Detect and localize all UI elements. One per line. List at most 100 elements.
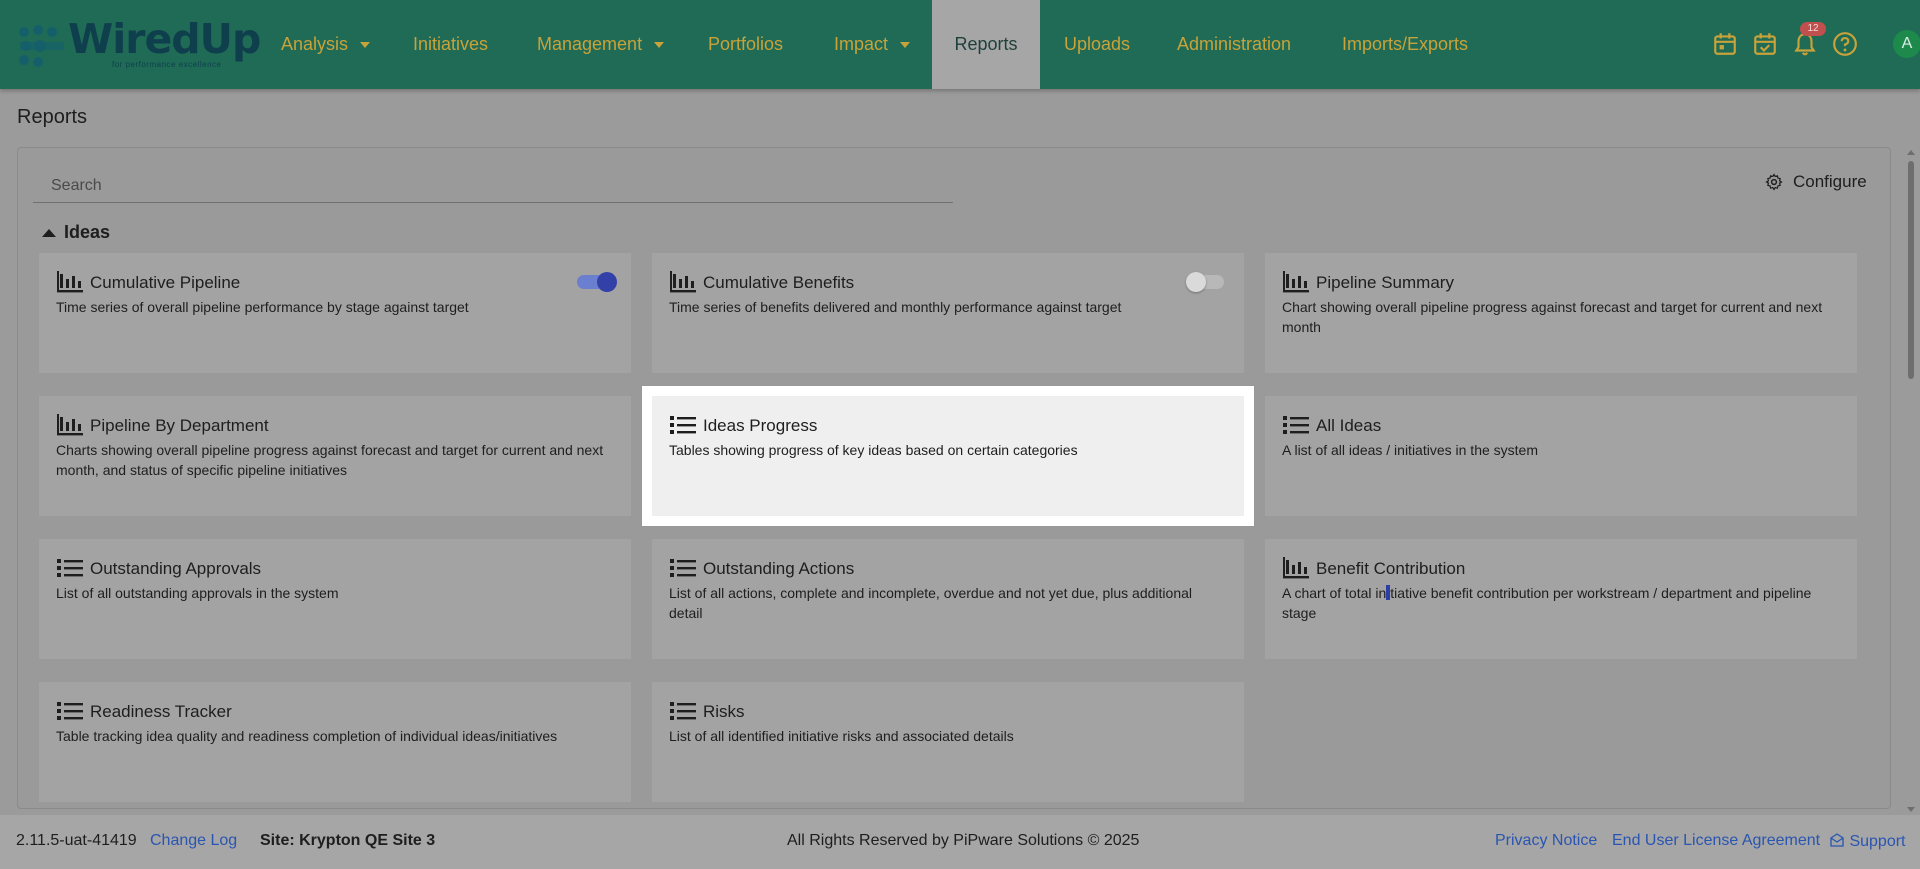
- card-description: A chart of total in tiative benefit contr…: [1282, 583, 1842, 623]
- card-description: Charts showing overall pipeline progress…: [56, 442, 604, 478]
- nav-label: Initiatives: [413, 34, 489, 54]
- list-icon: [57, 702, 83, 720]
- calendar-check-icon[interactable]: [1752, 31, 1778, 57]
- bar-chart-icon: [1283, 557, 1309, 579]
- chevron-down-icon: [360, 42, 371, 49]
- nav-label: Imports/Exports: [1342, 34, 1469, 54]
- wiredup-logo[interactable]: WiredUp for performance excellence: [12, 14, 261, 74]
- bar-chart-icon: [670, 271, 696, 293]
- nav-label: Administration: [1177, 34, 1292, 54]
- top-navbar: WiredUp for performance excellence Analy…: [0, 0, 1920, 89]
- nav-label: Impact: [834, 34, 889, 54]
- chevron-down-icon: [900, 42, 911, 49]
- section-title: Ideas: [64, 222, 111, 242]
- list-icon: [670, 559, 696, 577]
- nav-management[interactable]: Management: [537, 0, 665, 89]
- report-card-outstanding-approvals[interactable]: Outstanding Approvals List of all outsta…: [39, 539, 631, 659]
- report-card-cumulative-pipeline[interactable]: Cumulative Pipeline Time series of overa…: [39, 253, 631, 373]
- nav-administration[interactable]: Administration: [1177, 0, 1291, 89]
- report-card-ideas-progress[interactable]: Ideas Progress Tables showing progress o…: [652, 396, 1244, 516]
- favorite-toggle[interactable]: [577, 272, 617, 292]
- nav-label: Portfolios: [708, 34, 784, 54]
- scrollbar-thumb[interactable]: [1908, 161, 1914, 379]
- card-title: Risks: [703, 702, 745, 721]
- card-title: Readiness Tracker: [90, 702, 232, 721]
- nav-label: Analysis: [281, 34, 349, 54]
- toggle-knob: [1186, 272, 1206, 292]
- search-field[interactable]: [33, 166, 953, 203]
- collapse-triangle-icon: [42, 229, 56, 237]
- list-icon: [1283, 416, 1309, 434]
- report-card-pipeline-summary[interactable]: Pipeline Summary Chart showing overall p…: [1265, 253, 1857, 373]
- list-icon: [670, 416, 696, 434]
- chevron-down-icon: [654, 42, 665, 49]
- card-title: Ideas Progress: [703, 416, 818, 435]
- card-title: Pipeline Summary: [1316, 273, 1454, 292]
- card-title: Cumulative Benefits: [703, 273, 855, 292]
- report-card-cumulative-benefits[interactable]: Cumulative Benefits Time series of benef…: [652, 253, 1244, 373]
- version-label: 2.11.5-uat-41419: [16, 832, 137, 849]
- nav-initiatives[interactable]: Initiatives: [413, 0, 488, 89]
- eula-link[interactable]: End User License Agreement: [1612, 832, 1820, 850]
- nav-label: Reports: [954, 34, 1018, 54]
- logo-mark-icon: [19, 25, 64, 67]
- toggle-knob: [597, 272, 617, 292]
- support-label: Support: [1849, 833, 1906, 850]
- nav-portfolios[interactable]: Portfolios: [708, 0, 783, 89]
- scroll-down-arrow-icon[interactable]: [1907, 807, 1915, 812]
- page-footer: 2.11.5-uat-41419 Change Log Site: Krypto…: [0, 815, 1920, 869]
- page-scrollbar[interactable]: [1906, 147, 1916, 815]
- privacy-notice-link[interactable]: Privacy Notice: [1495, 832, 1597, 850]
- nav-imports-exports[interactable]: Imports/Exports: [1342, 0, 1468, 89]
- favorite-toggle[interactable]: [1186, 272, 1226, 292]
- card-title: Outstanding Actions: [703, 559, 855, 578]
- report-card-benefit-contribution[interactable]: Benefit Contribution A chart of total in…: [1265, 539, 1857, 659]
- logo-wordmark: WiredUp: [68, 15, 261, 63]
- card-description: Time series of benefits delivered and mo…: [669, 299, 1122, 315]
- card-description: List of all identified initiative risks …: [669, 728, 1014, 744]
- scroll-up-arrow-icon[interactable]: [1907, 150, 1915, 155]
- copyright-text: All Rights Reserved by PiPware Solutions…: [787, 832, 1140, 849]
- nav-analysis[interactable]: Analysis: [281, 0, 371, 89]
- card-description: Time series of overall pipeline performa…: [56, 299, 469, 315]
- gear-icon: [1765, 173, 1783, 191]
- nav-uploads[interactable]: Uploads: [1064, 0, 1130, 89]
- search-input[interactable]: [49, 174, 933, 198]
- card-description: Table tracking idea quality and readines…: [56, 728, 558, 744]
- card-title: All Ideas: [1316, 416, 1382, 435]
- card-description-part: A chart of total in: [1282, 585, 1387, 601]
- bar-chart-icon: [57, 271, 83, 293]
- nav-label: Uploads: [1064, 34, 1131, 54]
- change-log-link[interactable]: Change Log: [150, 832, 237, 850]
- list-icon: [670, 702, 696, 720]
- card-title: Benefit Contribution: [1316, 559, 1466, 578]
- nav-impact[interactable]: Impact: [834, 0, 911, 89]
- logo-tagline: for performance excellence: [112, 60, 222, 69]
- card-description: List of all actions, complete and incomp…: [669, 585, 1192, 621]
- report-card-pipeline-by-department[interactable]: Pipeline By Department Charts showing ov…: [39, 396, 631, 516]
- nav-reports[interactable]: Reports: [932, 0, 1040, 89]
- card-title: Cumulative Pipeline: [90, 273, 241, 292]
- report-card-outstanding-actions[interactable]: Outstanding Actions List of all actions,…: [652, 539, 1244, 659]
- report-card-readiness-tracker[interactable]: Readiness Tracker Table tracking idea qu…: [39, 682, 631, 802]
- calendar-icon[interactable]: [1712, 31, 1738, 57]
- help-icon[interactable]: [1832, 31, 1858, 57]
- user-avatar[interactable]: A: [1893, 30, 1920, 58]
- bar-chart-icon: [57, 414, 83, 436]
- report-card-risks[interactable]: Risks List of all identified initiative …: [652, 682, 1244, 802]
- card-description: A list of all ideas / initiatives in the…: [1282, 442, 1538, 458]
- card-description: List of all outstanding approvals in the…: [56, 585, 339, 601]
- page-title: Reports: [17, 106, 88, 128]
- report-card-all-ideas[interactable]: All Ideas A list of all ideas / initiati…: [1265, 396, 1857, 516]
- card-description: Chart showing overall pipeline progress …: [1282, 299, 1823, 335]
- support-link[interactable]: Support: [1829, 832, 1906, 851]
- list-icon: [57, 559, 83, 577]
- notification-count-badge: 12: [1800, 22, 1826, 36]
- card-title: Outstanding Approvals: [90, 559, 262, 578]
- configure-label: Configure: [1793, 172, 1867, 191]
- mail-icon: [1830, 833, 1844, 847]
- nav-label: Management: [537, 34, 643, 54]
- card-description: Tables showing progress of key ideas bas…: [669, 442, 1078, 458]
- bar-chart-icon: [1283, 271, 1309, 293]
- card-title: Pipeline By Department: [90, 416, 269, 435]
